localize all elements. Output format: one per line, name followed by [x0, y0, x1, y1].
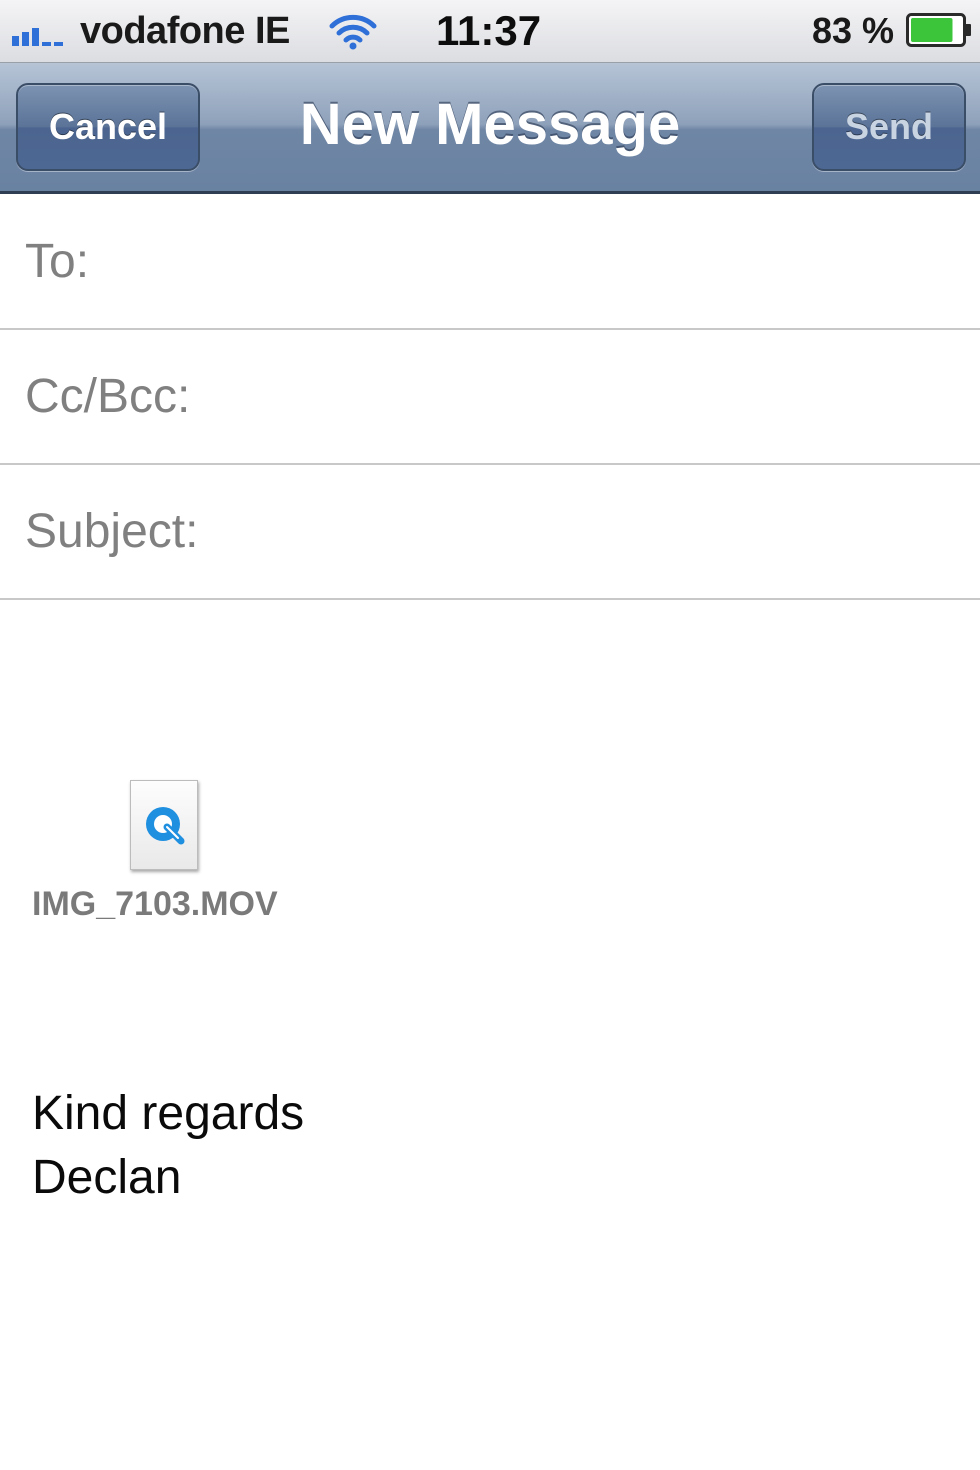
quicktime-logo-icon — [146, 807, 185, 845]
carrier-name: vodafone IE — [80, 10, 290, 52]
cc-bcc-label: Cc/Bcc: — [25, 370, 191, 423]
signal-bars-icon — [12, 28, 63, 46]
signature: Kind regards Declan — [32, 1082, 304, 1210]
subject-field[interactable]: Subject: — [0, 466, 980, 600]
wifi-icon — [329, 14, 377, 50]
to-field[interactable]: To: — [0, 196, 980, 330]
battery-fill — [911, 18, 953, 42]
send-button[interactable]: Send — [812, 83, 966, 171]
attachment-filename: IMG_7103.MOV — [32, 885, 278, 923]
navigation-bar: Cancel New Message Send — [0, 63, 980, 194]
status-bar: vodafone IE 11:37 83 % — [0, 0, 980, 63]
signature-line: Kind regards — [32, 1087, 305, 1140]
subject-label: Subject: — [25, 505, 199, 558]
battery-percentage: 83 % — [811, 10, 894, 51]
status-time: 11:37 — [436, 7, 542, 54]
cancel-button[interactable]: Cancel — [16, 83, 200, 171]
cc-bcc-field[interactable]: Cc/Bcc: — [0, 331, 980, 465]
to-label: To: — [25, 235, 90, 288]
quicktime-file-icon[interactable] — [130, 780, 198, 870]
page-title: New Message — [299, 92, 681, 157]
signature-line: Declan — [32, 1151, 182, 1204]
battery-icon — [906, 13, 971, 47]
